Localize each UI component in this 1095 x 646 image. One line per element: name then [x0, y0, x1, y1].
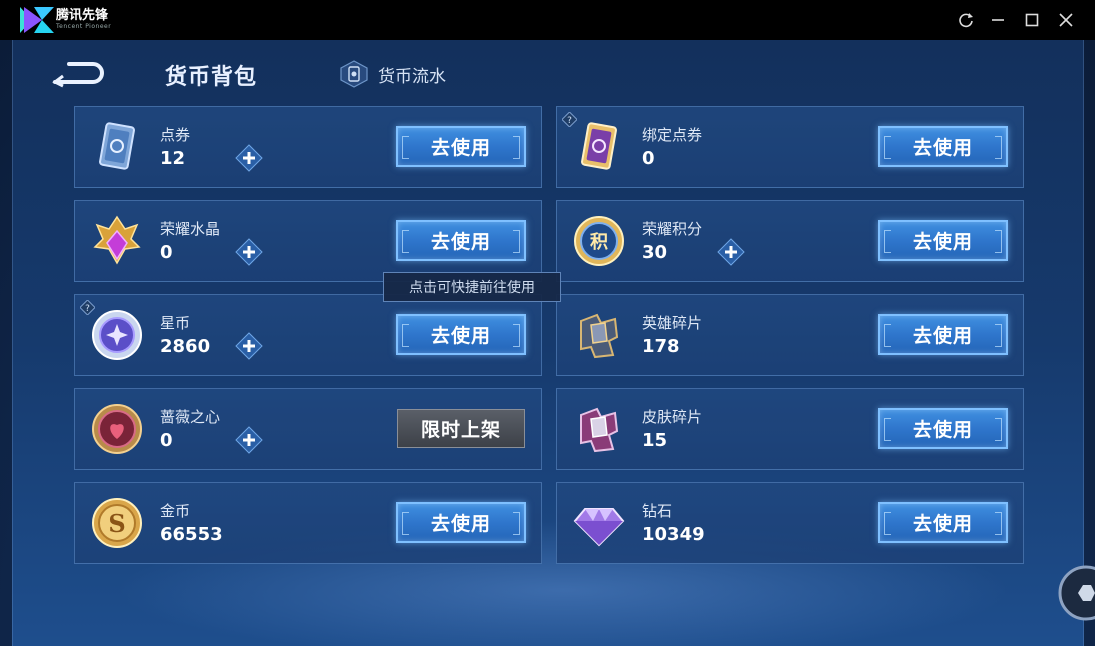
- page-title: 货币背包: [165, 65, 258, 90]
- use-button[interactable]: 去使用: [878, 502, 1008, 543]
- currency-amount: 30: [642, 242, 668, 263]
- ticket-icon: [99, 122, 135, 170]
- currency-card-rose-heart: 蔷薇之心 0 限时上架: [74, 388, 542, 470]
- use-button[interactable]: 去使用: [878, 408, 1008, 449]
- add-icon[interactable]: [717, 238, 745, 266]
- currency-panel: 货币背包 货币流水 点券 12 去使用 ? 绑定点券 0 去使用 荣耀水晶 0 …: [12, 40, 1084, 646]
- use-button[interactable]: 去使用: [878, 220, 1008, 261]
- currency-amount: 10349: [642, 524, 705, 545]
- currency-flow-label: 货币流水: [378, 66, 446, 87]
- use-button[interactable]: 去使用: [396, 126, 526, 167]
- currency-card-gold-coin: S 金币 66553 去使用: [74, 482, 542, 564]
- currency-card-bound-ticket: ? 绑定点券 0 去使用: [556, 106, 1024, 188]
- currency-amount: 0: [642, 148, 655, 169]
- ledger-icon: [340, 60, 368, 88]
- limited-time-button[interactable]: 限时上架: [397, 409, 525, 448]
- currency-amount: 0: [160, 242, 173, 263]
- refresh-icon[interactable]: [956, 10, 976, 30]
- quick-use-tooltip: 点击可快捷前往使用: [383, 272, 561, 302]
- close-icon[interactable]: [1056, 10, 1076, 30]
- minimize-icon[interactable]: [988, 10, 1008, 30]
- currency-name: 英雄碎片: [642, 314, 703, 332]
- back-arrow-icon[interactable]: [49, 58, 107, 88]
- currency-amount: 15: [642, 430, 668, 451]
- tooltip-text: 点击可快捷前往使用: [409, 280, 535, 296]
- skin-fragment-icon: [580, 407, 619, 453]
- add-icon[interactable]: [235, 144, 263, 172]
- currency-card-glory-points: 积 荣耀积分 30 去使用: [556, 200, 1024, 282]
- currency-amount: 12: [160, 148, 186, 169]
- currency-card-glory-crystal: 荣耀水晶 0 去使用: [74, 200, 542, 282]
- use-button[interactable]: 去使用: [396, 314, 526, 355]
- app-name: 腾讯先锋: [56, 8, 109, 23]
- currency-name: 绑定点券: [642, 126, 703, 144]
- game-viewport: 货币背包 货币流水 点券 12 去使用 ? 绑定点券 0 去使用 荣耀水晶 0 …: [0, 40, 1095, 646]
- star-coin-icon: [92, 310, 142, 360]
- app-logo-icon: [20, 7, 54, 33]
- currency-card-skin-fragment: 皮肤碎片 15 去使用: [556, 388, 1024, 470]
- hero-fragment-icon: [580, 313, 619, 359]
- svg-text:S: S: [108, 509, 125, 538]
- currency-name: 星币: [160, 314, 191, 332]
- currency-name: 皮肤碎片: [642, 408, 703, 426]
- add-icon[interactable]: [235, 332, 263, 360]
- currency-name: 钻石: [642, 502, 673, 520]
- glory-crystal-icon: [93, 215, 141, 265]
- window-titlebar: 腾讯先锋 Tencent Pioneer: [0, 0, 1095, 40]
- currency-card-ticket: 点券 12 去使用: [74, 106, 542, 188]
- currency-card-diamond: 钻石 10349 去使用: [556, 482, 1024, 564]
- currency-name: 蔷薇之心: [160, 408, 221, 426]
- currency-card-hero-fragment: 英雄碎片 178 去使用: [556, 294, 1024, 376]
- add-icon[interactable]: [235, 426, 263, 454]
- currency-flow-tab[interactable]: 货币流水: [340, 60, 446, 88]
- svg-text:积: 积: [590, 232, 608, 253]
- floating-assistant-icon[interactable]: [1058, 565, 1095, 621]
- currency-name: 点券: [160, 126, 191, 144]
- currency-card-star-coin: ? 星币 2860 去使用: [74, 294, 542, 376]
- currency-amount: 0: [160, 430, 173, 451]
- rose-heart-icon: [92, 404, 142, 454]
- use-button[interactable]: 去使用: [878, 126, 1008, 167]
- currency-amount: 2860: [160, 336, 211, 357]
- currency-name: 金币: [160, 502, 191, 520]
- add-icon[interactable]: [235, 238, 263, 266]
- currency-amount: 66553: [160, 524, 223, 545]
- glory-points-icon: 积: [574, 216, 624, 266]
- use-button[interactable]: 去使用: [396, 502, 526, 543]
- maximize-icon[interactable]: [1022, 10, 1042, 30]
- diamond-icon: [573, 508, 625, 547]
- currency-name: 荣耀积分: [642, 220, 703, 238]
- currency-name: 荣耀水晶: [160, 220, 221, 238]
- bound-ticket-icon: [581, 122, 617, 170]
- use-button[interactable]: 去使用: [396, 220, 526, 261]
- app-subname: Tencent Pioneer: [56, 23, 112, 30]
- currency-amount: 178: [642, 336, 680, 357]
- gold-coin-icon: S: [92, 498, 142, 548]
- use-button[interactable]: 去使用: [878, 314, 1008, 355]
